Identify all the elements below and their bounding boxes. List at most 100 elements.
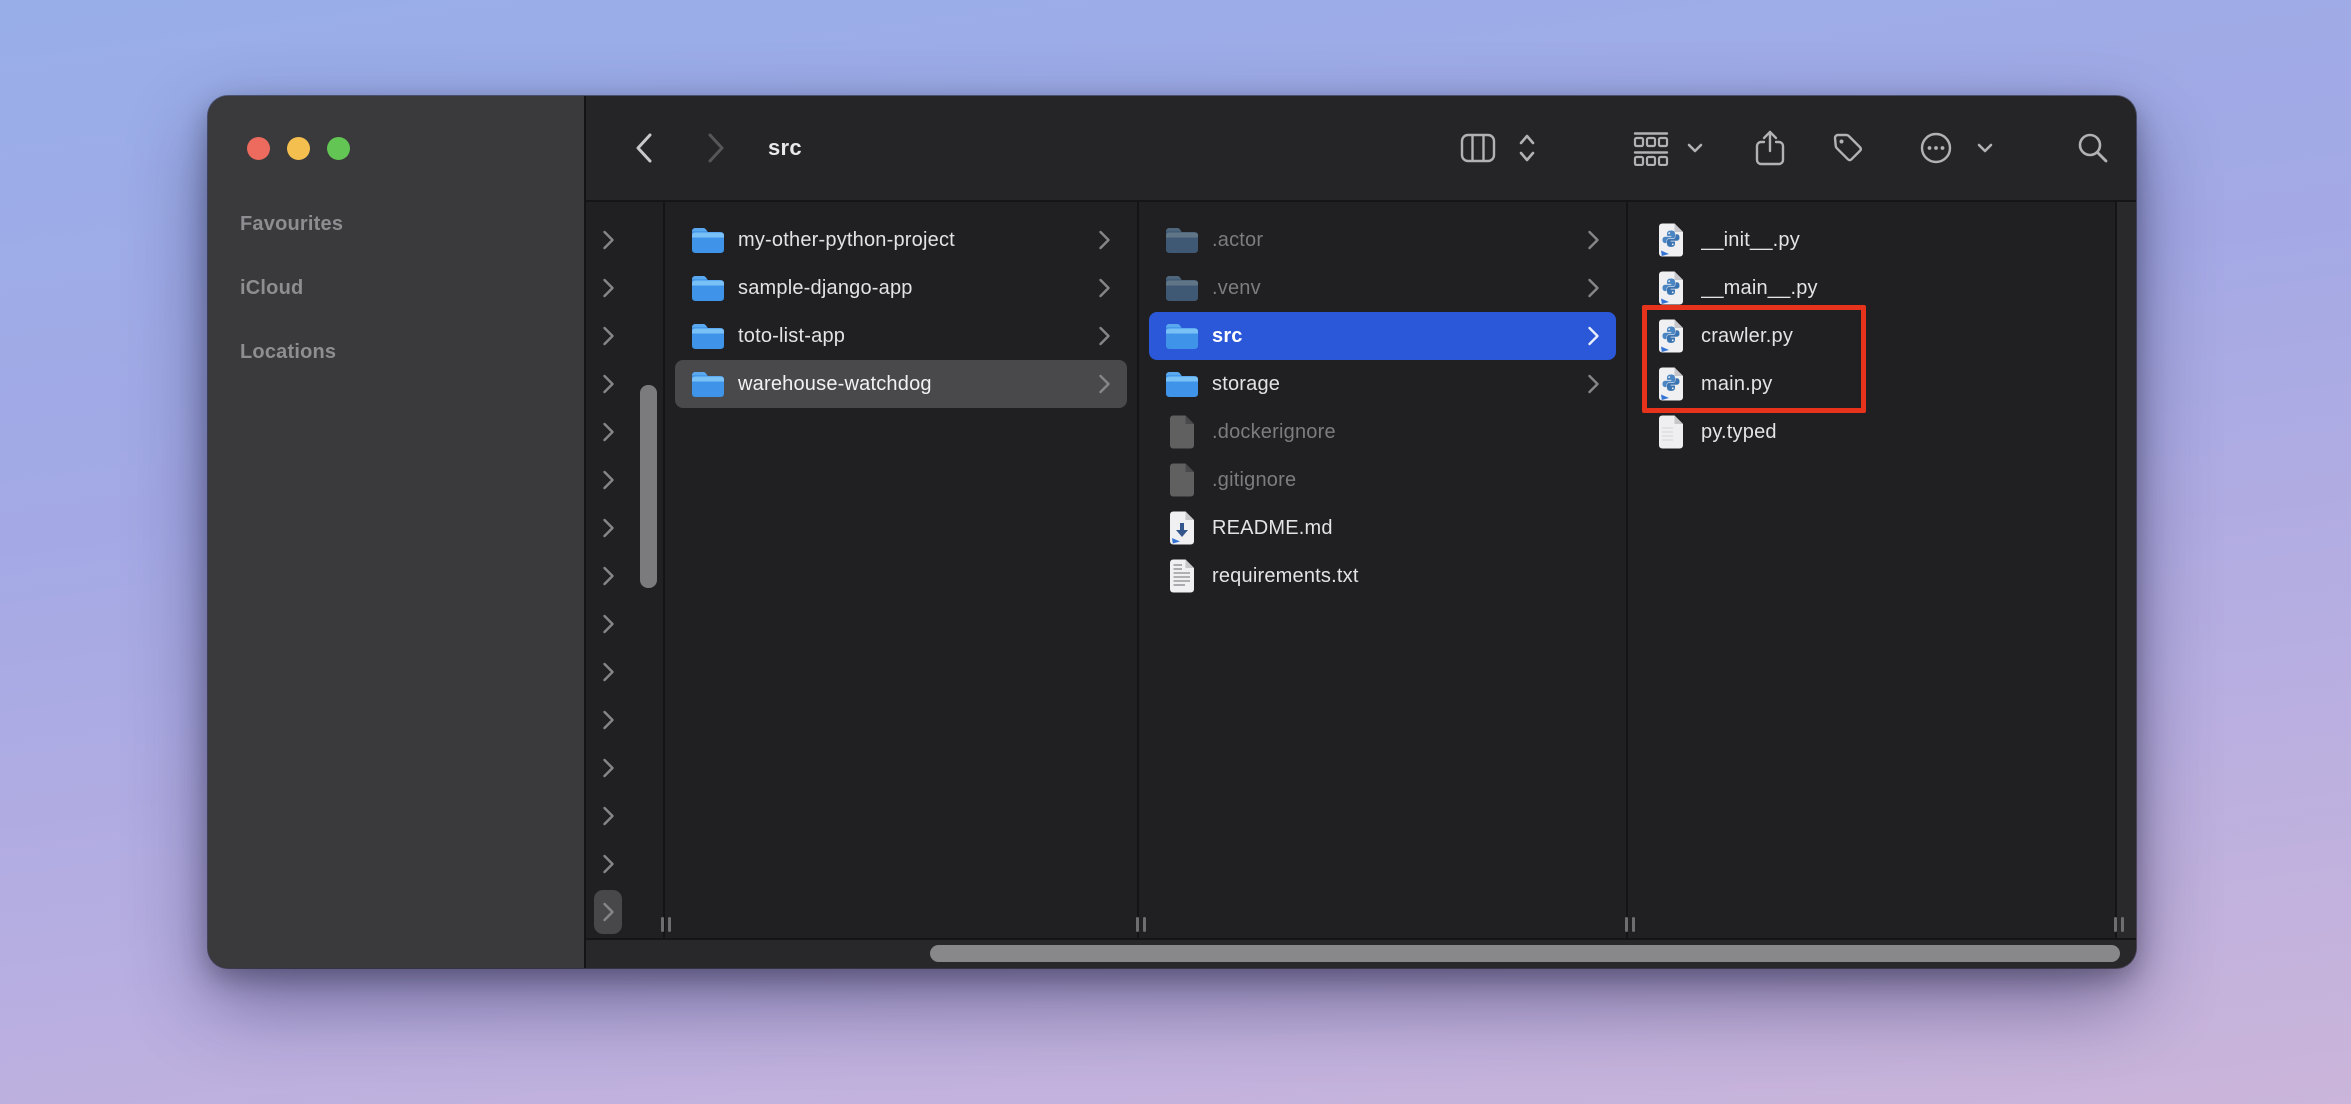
item-name: py.typed <box>1701 421 2089 444</box>
item-name: sample-django-app <box>738 277 1097 300</box>
item-name: toto-list-app <box>738 325 1097 348</box>
item-name: .actor <box>1212 229 1586 252</box>
folder-row[interactable]: .venv <box>1149 264 1616 312</box>
chevron-right-icon <box>1097 229 1111 251</box>
column-projects: my-other-python-project sample-django-app… <box>665 202 1139 938</box>
group-by-button[interactable] <box>1632 96 1670 200</box>
column-view-icon <box>1460 133 1496 163</box>
python-document-icon <box>1654 317 1688 355</box>
group-by-chevron[interactable] <box>1686 96 1704 200</box>
item-name: .gitignore <box>1212 469 1600 492</box>
column-resize-handle[interactable] <box>2114 917 2124 932</box>
column-resize-handle[interactable] <box>1136 917 1146 932</box>
share-button[interactable] <box>1754 96 1786 200</box>
back-button[interactable] <box>634 96 654 200</box>
text-document-icon <box>1165 557 1199 595</box>
python-document-icon <box>1654 365 1688 403</box>
folder-row[interactable]: warehouse-watchdog <box>675 360 1127 408</box>
toolbar: src <box>586 96 2136 202</box>
group-by-icon <box>1632 130 1670 166</box>
more-options-chevron[interactable] <box>1976 96 1994 200</box>
window-controls <box>247 137 350 160</box>
view-stepper[interactable] <box>1518 96 1536 200</box>
column-resize-handle[interactable] <box>1625 917 1635 932</box>
chevron-back-icon <box>638 135 650 161</box>
collapsed-column-row[interactable] <box>586 888 663 936</box>
view-mode-button[interactable] <box>1460 96 1496 200</box>
chevron-right-icon <box>594 314 622 358</box>
sidebar-section-locations: Locations <box>240 320 564 384</box>
collapsed-column-row[interactable] <box>586 648 663 696</box>
collapsed-column-row[interactable] <box>586 312 663 360</box>
collapsed-column-row[interactable] <box>586 600 663 648</box>
file-row[interactable]: py.typed <box>1638 408 2105 456</box>
item-name: .dockerignore <box>1212 421 1600 444</box>
item-name: my-other-python-project <box>738 229 1097 252</box>
sidebar-section-favourites: Favourites <box>240 192 564 256</box>
column-src: __init__.py__main__.py crawler.py main.py p… <box>1628 202 2117 938</box>
more-options-button[interactable] <box>1919 96 1953 200</box>
chevron-down-icon <box>1976 142 1994 154</box>
zoom-button[interactable] <box>327 137 350 160</box>
tag-button[interactable] <box>1831 96 1865 200</box>
markdown-document-icon <box>1165 509 1199 547</box>
folder-row[interactable]: .actor <box>1149 216 1616 264</box>
chevron-right-icon <box>594 410 622 454</box>
item-name: .venv <box>1212 277 1586 300</box>
item-name: warehouse-watchdog <box>738 373 1097 396</box>
folder-icon <box>1165 221 1199 259</box>
collapsed-column-row[interactable] <box>586 216 663 264</box>
chevron-right-icon <box>594 458 622 502</box>
search-button[interactable] <box>2077 96 2109 200</box>
file-row[interactable]: __main__.py <box>1638 264 2105 312</box>
folder-row[interactable]: src <box>1149 312 1616 360</box>
column-resize-handle[interactable] <box>661 917 671 932</box>
collapsed-column-row[interactable] <box>586 792 663 840</box>
desktop-background: Favourites iCloud Locations src <box>0 0 2351 1104</box>
chevron-right-icon <box>1097 277 1111 299</box>
item-name: crawler.py <box>1701 325 2089 348</box>
file-row[interactable]: requirements.txt <box>1149 552 1616 600</box>
collapsed-column-row[interactable] <box>586 264 663 312</box>
empty-column-area <box>2117 202 2136 938</box>
folder-row[interactable]: toto-list-app <box>675 312 1127 360</box>
item-name: requirements.txt <box>1212 565 1600 588</box>
collapsed-parent-column[interactable] <box>586 202 665 938</box>
chevron-right-icon <box>1586 277 1600 299</box>
chevron-right-icon <box>594 266 622 310</box>
file-row[interactable]: crawler.py <box>1638 312 2105 360</box>
collapsed-column-row[interactable] <box>586 744 663 792</box>
chevron-right-icon <box>594 602 622 646</box>
folder-row[interactable]: storage <box>1149 360 1616 408</box>
folder-icon <box>691 269 725 307</box>
item-name: README.md <box>1212 517 1600 540</box>
folder-row[interactable]: sample-django-app <box>675 264 1127 312</box>
chevron-right-icon <box>594 746 622 790</box>
plain-document-icon <box>1654 413 1688 451</box>
finder-content: src <box>586 96 2136 968</box>
folder-row[interactable]: my-other-python-project <box>675 216 1127 264</box>
folder-icon <box>1165 317 1199 355</box>
chevron-right-icon <box>594 794 622 838</box>
search-icon <box>2077 132 2109 164</box>
close-button[interactable] <box>247 137 270 160</box>
file-row[interactable]: .dockerignore <box>1149 408 1616 456</box>
collapsed-column-row[interactable] <box>586 696 663 744</box>
chevron-right-icon <box>594 554 622 598</box>
horizontal-scrollbar-thumb[interactable] <box>930 945 2120 962</box>
file-row[interactable]: __init__.py <box>1638 216 2105 264</box>
chevron-right-icon <box>594 218 622 262</box>
finder-window: Favourites iCloud Locations src <box>208 96 2136 968</box>
window-title: src <box>768 96 802 200</box>
sidebar-section-icloud: iCloud <box>240 256 564 320</box>
tag-icon <box>1831 131 1865 165</box>
minimize-button[interactable] <box>287 137 310 160</box>
file-row[interactable]: .gitignore <box>1149 456 1616 504</box>
forward-button[interactable] <box>706 96 726 200</box>
item-name: storage <box>1212 373 1586 396</box>
file-row[interactable]: main.py <box>1638 360 2105 408</box>
vertical-scrollbar-thumb[interactable] <box>640 385 657 588</box>
file-row[interactable]: README.md <box>1149 504 1616 552</box>
horizontal-scrollbar[interactable] <box>586 938 2136 968</box>
collapsed-column-row[interactable] <box>586 840 663 888</box>
